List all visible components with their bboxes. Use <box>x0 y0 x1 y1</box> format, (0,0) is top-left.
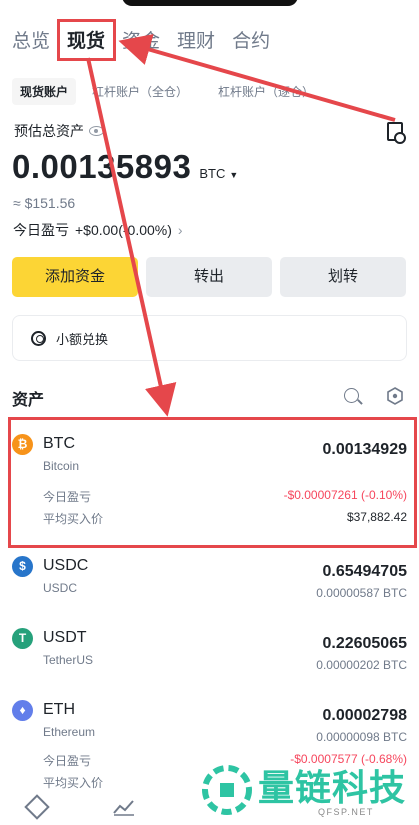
today-pnl-row[interactable]: 今日盈亏 +$0.00(-0.00%) › <box>13 220 183 240</box>
balance-unit-selector[interactable]: BTC ▼ <box>199 166 238 181</box>
eye-icon[interactable] <box>89 126 104 136</box>
asset-symbol: USDT <box>43 629 87 646</box>
asset-amount: 0.00002798 <box>322 707 407 724</box>
annotation-btc-highlight <box>8 417 417 548</box>
tab-funding[interactable]: 资金 <box>122 26 160 58</box>
subtab-spot-account[interactable]: 现货账户 <box>12 78 77 105</box>
annotation-tab-highlight <box>57 19 116 61</box>
phone-notch <box>122 0 298 6</box>
markets-chart-icon[interactable] <box>113 798 135 816</box>
convert-icon <box>31 330 46 346</box>
watermark: 量链科技 QFSP.NET <box>198 757 419 825</box>
asset-symbol: ETH <box>43 701 75 718</box>
asset-name: USDC <box>43 581 78 595</box>
asset-btc-value: 0.00000202 BTC <box>316 658 407 672</box>
wallet-tabs: 总览 现货 资金 理财 合约 <box>12 26 287 58</box>
asset-btc-value: 0.00000587 BTC <box>316 586 407 600</box>
subtab-cross-margin[interactable]: 杠杆账户（全仓） <box>92 83 188 100</box>
add-funds-button[interactable]: 添加资金 <box>12 257 138 297</box>
tab-overview[interactable]: 总览 <box>12 26 50 58</box>
asset-symbol: USDC <box>43 557 89 574</box>
today-pnl-label: 今日盈亏 <box>13 222 69 238</box>
action-buttons: 添加资金 转出 划转 <box>12 257 406 297</box>
small-convert-button[interactable]: 小额兑换 <box>12 315 407 361</box>
asset-pnl-label: 今日盈亏 <box>43 754 92 768</box>
asset-amount: 0.65494705 <box>322 563 407 580</box>
estimated-balance-row: 预估总资产 <box>14 121 104 141</box>
small-convert-label: 小额兑换 <box>56 331 109 347</box>
asset-btc-value: 0.00000098 BTC <box>316 730 407 744</box>
caret-down-icon: ▼ <box>229 170 239 180</box>
chevron-right-icon: › <box>177 222 183 238</box>
balance-unit: BTC <box>199 166 226 181</box>
balance-display: 0.00135893 BTC ▼ <box>12 148 238 186</box>
withdraw-button[interactable]: 转出 <box>146 257 272 297</box>
asset-row-usdt[interactable]: T USDT TetherUS 0.22605065 0.00000202 BT… <box>12 628 407 676</box>
home-diamond-icon[interactable] <box>24 794 50 820</box>
history-icon[interactable] <box>387 122 406 144</box>
settings-hex-icon[interactable] <box>386 387 404 405</box>
search-icon[interactable] <box>344 388 359 403</box>
ethereum-icon: ♦ <box>12 700 33 721</box>
asset-name: Ethereum <box>43 725 96 739</box>
watermark-text: 量链科技 <box>258 767 407 808</box>
asset-avg-label: 平均买入价 <box>43 776 104 790</box>
estimated-balance-label: 预估总资产 <box>14 123 84 139</box>
tab-futures[interactable]: 合约 <box>232 26 270 58</box>
watermark-logo-icon <box>202 765 252 815</box>
balance-usd: ≈ $151.56 <box>13 195 76 211</box>
transfer-button[interactable]: 划转 <box>280 257 406 297</box>
asset-row-usdc[interactable]: $ USDC USDC 0.65494705 0.00000587 BTC <box>12 556 407 604</box>
asset-name: TetherUS <box>43 653 94 667</box>
tether-icon: T <box>12 628 33 649</box>
today-pnl-value: +$0.00(-0.00%) <box>75 222 172 238</box>
asset-amount: 0.22605065 <box>322 635 407 652</box>
usdc-icon: $ <box>12 556 33 577</box>
subtab-isolated-margin[interactable]: 杠杆账户（逐仓） <box>218 83 314 100</box>
watermark-subtext: QFSP.NET <box>318 807 374 817</box>
assets-title: 资产 <box>12 392 45 409</box>
account-subtabs: 现货账户 杠杆账户（全仓） 杠杆账户（逐仓） <box>12 78 344 105</box>
balance-value: 0.00135893 <box>12 148 192 185</box>
tab-earn[interactable]: 理财 <box>177 26 215 58</box>
